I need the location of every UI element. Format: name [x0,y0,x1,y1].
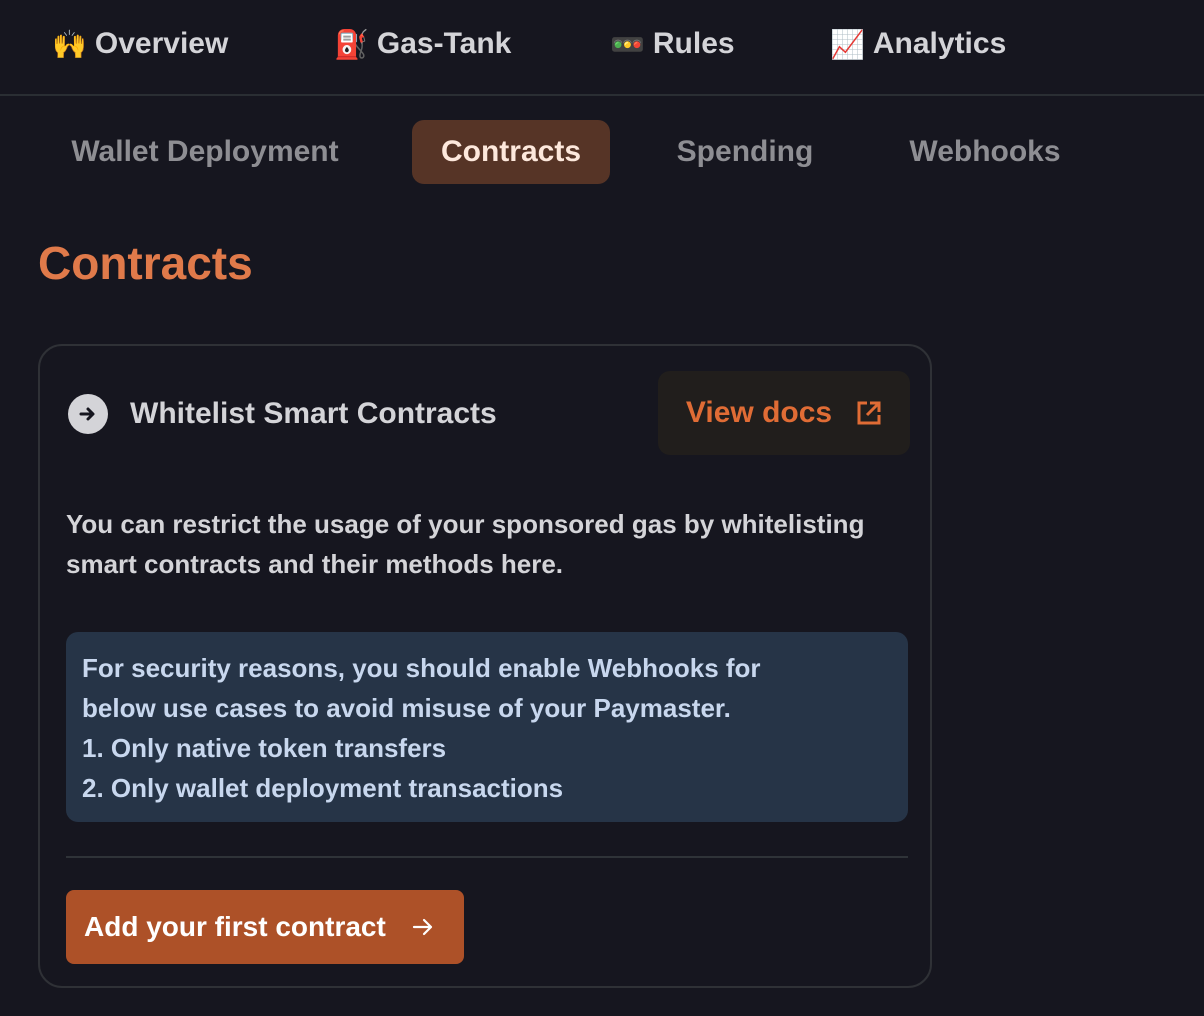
view-docs-label: View docs [685,396,833,429]
alert-line: For security reasons, you should enable … [82,653,761,683]
arrow-right-icon [412,918,432,936]
chart-increasing-icon: 📈 [830,28,865,60]
tab-wallet-deployment[interactable]: Wallet Deployment [38,120,372,184]
add-contract-label: Add your first contract [84,911,386,942]
nav-item-rules[interactable]: 🚥 Rules [610,22,735,66]
divider [66,856,908,858]
card-description: You can restrict the usage of your spons… [66,509,865,579]
top-navigation: 🙌 Overview ⛽ Gas-Tank 🚥 Rules 📈 Analytic… [0,0,1204,96]
raised-hands-icon: 🙌 [52,28,87,60]
nav-item-label: Overview [94,27,229,60]
nav-item-overview[interactable]: 🙌 Overview [52,22,228,66]
view-docs-button[interactable]: View docs [658,371,910,455]
card-title: Whitelist Smart Contracts [130,397,497,430]
tab-contracts[interactable]: Contracts [412,120,610,184]
nav-item-label: Gas-Tank [376,27,512,60]
security-alert: For security reasons, you should enable … [66,632,908,822]
alert-line: below use cases to avoid misuse of your … [82,693,731,723]
tab-spending[interactable]: Spending [650,120,840,184]
alert-line: 1. Only native token transfers [82,733,447,763]
tab-webhooks[interactable]: Webhooks [880,120,1090,184]
traffic-light-icon: 🚥 [610,28,645,60]
whitelist-contracts-card: Whitelist Smart Contracts View docs You … [38,344,932,988]
nav-item-label: Analytics [872,27,1007,60]
card-header: Whitelist Smart Contracts [68,394,497,434]
nav-item-label: Rules [652,27,735,60]
external-link-icon [857,401,881,425]
add-first-contract-button[interactable]: Add your first contract [66,890,464,964]
fuel-pump-icon: ⛽ [334,28,369,60]
nav-item-gas-tank[interactable]: ⛽ Gas-Tank [334,22,511,66]
nav-item-analytics[interactable]: 📈 Analytics [830,22,1006,66]
arrow-right-circle-icon [68,394,108,434]
alert-line: 2. Only wallet deployment transactions [82,773,564,803]
page-title: Contracts [38,237,253,289]
